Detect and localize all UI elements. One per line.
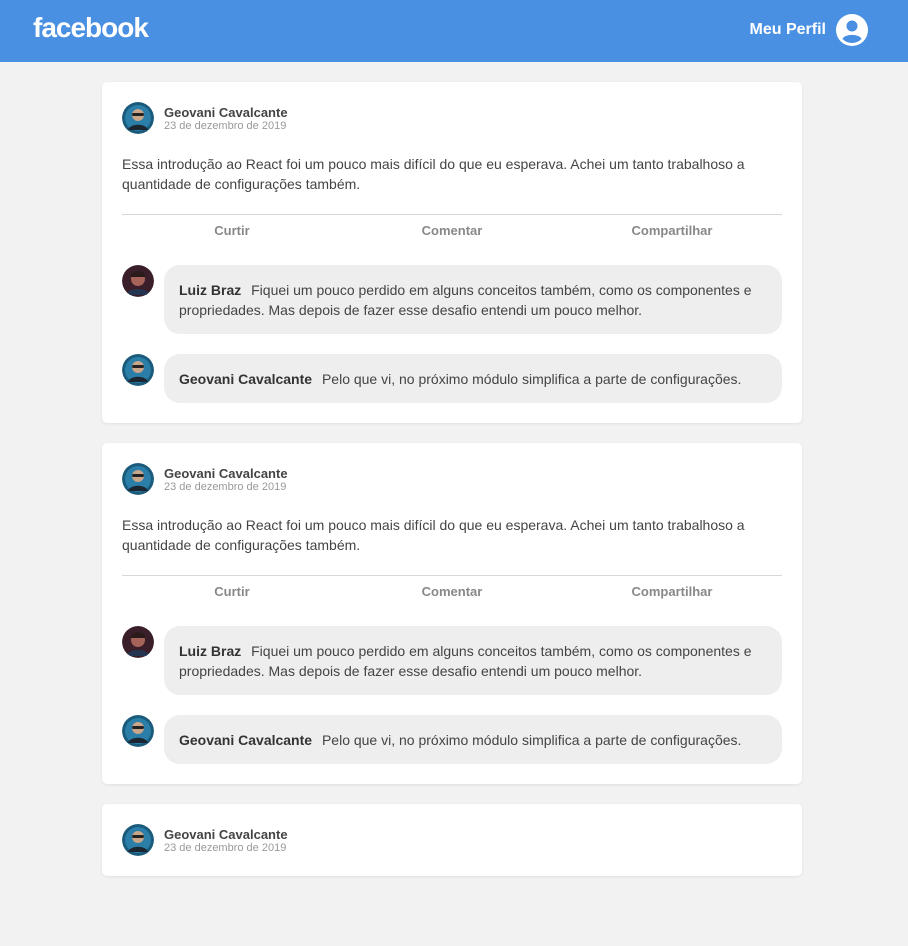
post-author-name[interactable]: Geovani Cavalcante xyxy=(164,827,288,842)
my-profile-label: Meu Perfil xyxy=(749,21,826,38)
post-card: Geovani Cavalcante 23 de dezembro de 201… xyxy=(102,443,802,784)
top-bar: facebook Meu Perfil xyxy=(0,0,908,62)
comment-bubble: Luiz Braz Fiquei um pouco perdido em alg… xyxy=(164,626,782,695)
feed: Geovani Cavalcante 23 de dezembro de 201… xyxy=(102,82,802,896)
comment-author[interactable]: Luiz Braz xyxy=(179,643,241,659)
avatar[interactable] xyxy=(122,824,154,856)
like-button[interactable]: Curtir xyxy=(122,584,342,599)
avatar[interactable] xyxy=(122,354,154,386)
comment: Geovani Cavalcante Pelo que vi, no próxi… xyxy=(122,715,782,764)
share-button[interactable]: Compartilhar xyxy=(562,584,782,599)
post-header: Geovani Cavalcante 23 de dezembro de 201… xyxy=(122,102,782,134)
comment: Luiz Braz Fiquei um pouco perdido em alg… xyxy=(122,626,782,695)
comment-bubble: Geovani Cavalcante Pelo que vi, no próxi… xyxy=(164,715,782,764)
post-content: Essa introdução ao React foi um pouco ma… xyxy=(122,517,745,553)
post-actions: Curtir Comentar Compartilhar xyxy=(122,576,782,606)
author-block: Geovani Cavalcante 23 de dezembro de 201… xyxy=(164,105,288,132)
post-card: Geovani Cavalcante 23 de dezembro de 201… xyxy=(102,804,802,876)
post-card: Geovani Cavalcante 23 de dezembro de 201… xyxy=(102,82,802,423)
avatar[interactable] xyxy=(122,102,154,134)
author-block: Geovani Cavalcante 23 de dezembro de 201… xyxy=(164,827,288,854)
comment-author[interactable]: Geovani Cavalcante xyxy=(179,371,312,387)
post-date: 23 de dezembro de 2019 xyxy=(164,119,287,132)
comment-author[interactable]: Luiz Braz xyxy=(179,282,241,298)
facebook-logo[interactable]: facebook xyxy=(33,12,149,44)
comment-text: Pelo que vi, no próximo módulo simplific… xyxy=(321,732,742,748)
avatar[interactable] xyxy=(122,626,154,658)
comment-text: Fiquei um pouco perdido em alguns concei… xyxy=(179,643,752,679)
like-button[interactable]: Curtir xyxy=(122,223,342,238)
comment-button[interactable]: Comentar xyxy=(342,584,562,599)
avatar[interactable] xyxy=(122,715,154,747)
comment-text: Fiquei um pouco perdido em alguns concei… xyxy=(179,282,752,318)
comment-author[interactable]: Geovani Cavalcante xyxy=(179,732,312,748)
comment-button[interactable]: Comentar xyxy=(342,223,562,238)
comment: Luiz Braz Fiquei um pouco perdido em alg… xyxy=(122,265,782,334)
avatar[interactable] xyxy=(122,265,154,297)
post-date: 23 de dezembro de 2019 xyxy=(164,841,287,854)
post-actions: Curtir Comentar Compartilhar xyxy=(122,215,782,245)
post-date: 23 de dezembro de 2019 xyxy=(164,480,287,493)
my-profile-button[interactable]: Meu Perfil xyxy=(750,14,868,46)
comment-bubble: Geovani Cavalcante Pelo que vi, no próxi… xyxy=(164,354,782,403)
comment: Geovani Cavalcante Pelo que vi, no próxi… xyxy=(122,354,782,403)
comment-text: Pelo que vi, no próximo módulo simplific… xyxy=(321,371,742,387)
post-content: Essa introdução ao React foi um pouco ma… xyxy=(122,156,745,192)
post-header: Geovani Cavalcante 23 de dezembro de 201… xyxy=(122,824,782,856)
author-block: Geovani Cavalcante 23 de dezembro de 201… xyxy=(164,466,288,493)
share-button[interactable]: Compartilhar xyxy=(562,223,782,238)
post-author-name[interactable]: Geovani Cavalcante xyxy=(164,105,288,120)
comment-bubble: Luiz Braz Fiquei um pouco perdido em alg… xyxy=(164,265,782,334)
post-header: Geovani Cavalcante 23 de dezembro de 201… xyxy=(122,463,782,495)
avatar[interactable] xyxy=(122,463,154,495)
user-circle-icon xyxy=(836,14,868,46)
post-author-name[interactable]: Geovani Cavalcante xyxy=(164,466,288,481)
